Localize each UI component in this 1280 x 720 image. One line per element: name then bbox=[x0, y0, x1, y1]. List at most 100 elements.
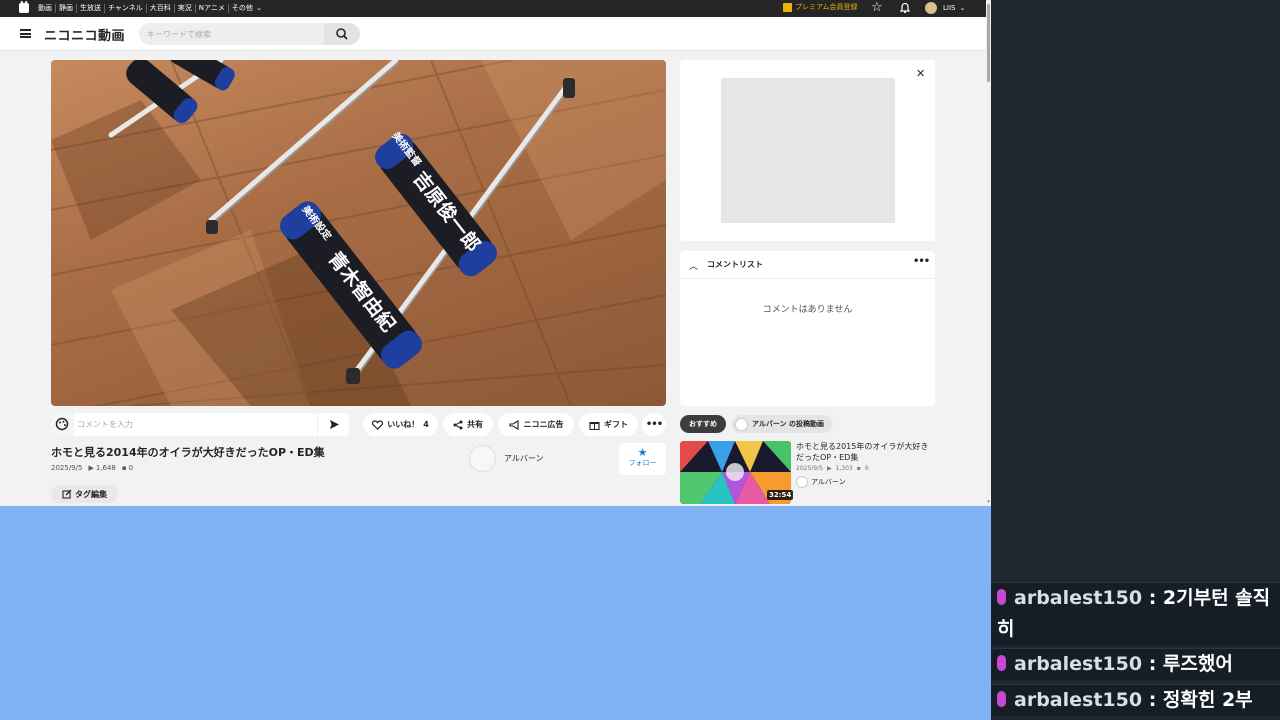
user-menu[interactable]: LIIS ⌄ bbox=[925, 2, 965, 14]
more-icon[interactable]: ••• bbox=[913, 256, 930, 267]
nav-link-dic[interactable]: 大百科 bbox=[147, 4, 175, 13]
upload-date: 2025/9/5 bbox=[51, 464, 83, 472]
follow-button[interactable]: ★ フォロー bbox=[619, 443, 666, 475]
chat-username: arbalest150 bbox=[1014, 689, 1143, 711]
chat-text: 정확힌 2부 bbox=[1162, 689, 1253, 711]
gift-icon bbox=[589, 421, 600, 430]
owner-mini-avatar bbox=[735, 417, 748, 431]
gift-button[interactable]: ギフト bbox=[579, 413, 638, 436]
more-icon: ••• bbox=[645, 419, 663, 430]
premium-crown-icon bbox=[783, 2, 792, 12]
ad-panel: ✕ bbox=[680, 60, 935, 241]
share-label: 共有 bbox=[467, 420, 483, 429]
comment-list-header[interactable]: ︿ コメントリスト ••• bbox=[680, 251, 935, 279]
edit-icon bbox=[62, 489, 72, 499]
site-logo[interactable]: ニコニコ動画 bbox=[44, 25, 125, 44]
play-icon: ▶ bbox=[826, 465, 832, 472]
search-button[interactable] bbox=[324, 23, 360, 45]
comment-count-value: 0 bbox=[128, 464, 134, 472]
chat-username: arbalest150 bbox=[1014, 653, 1143, 675]
comment-count: ▪ 0 bbox=[122, 464, 133, 472]
chat-text: 루즈했어 bbox=[1162, 653, 1233, 675]
premium-register-link[interactable]: プレミアム会員登録 bbox=[783, 2, 858, 12]
comment-input[interactable] bbox=[77, 417, 313, 432]
owner-avatar bbox=[469, 445, 496, 472]
tab-owner-videos[interactable]: アルバーン の投稿動画 bbox=[732, 415, 834, 433]
nav-link-seiga[interactable]: 静画 bbox=[56, 4, 77, 13]
user-name: LIIS bbox=[943, 4, 956, 12]
recommended-video-item[interactable]: 32:54 ホモと見る2015年のオイラが大好きだったOP・ED集 2025/9… bbox=[680, 441, 936, 505]
like-label: いいね！ bbox=[387, 420, 420, 429]
like-count: 4 bbox=[423, 420, 429, 429]
chat-message: arbalest150 : 2기부턴 솔직히 bbox=[991, 582, 1280, 645]
comment-list-empty: コメントはありません bbox=[762, 305, 853, 315]
chat-username: arbalest150 bbox=[1014, 587, 1143, 609]
chat-separator: : bbox=[1142, 653, 1163, 675]
search-box bbox=[139, 23, 360, 45]
comment-icon: ▪ bbox=[856, 465, 861, 472]
play-icon: ▶ bbox=[88, 464, 94, 472]
browser-page: 動画 静画 生放送 チャンネル 大百科 実況 Nアニメ その他 ⌄ プレミアム会… bbox=[0, 0, 991, 720]
nav-link-video[interactable]: 動画 bbox=[35, 4, 56, 13]
owner-name: アルバーン bbox=[504, 454, 544, 463]
video-frame: 青木智由紀 美術設定 吉原俊一郎 美術監督 bbox=[51, 60, 666, 406]
recommended-date: 2025/9/5 bbox=[796, 465, 823, 472]
recommended-owner-name: アルバーン bbox=[811, 478, 846, 486]
more-actions-button[interactable]: ••• bbox=[642, 413, 666, 436]
comment-input-bar bbox=[51, 413, 349, 436]
view-count-value: 1,648 bbox=[95, 464, 116, 472]
palette-icon[interactable] bbox=[51, 413, 74, 436]
recommended-owner[interactable]: アルバーン bbox=[796, 476, 846, 488]
nav-link-other[interactable]: その他 ⌄ bbox=[229, 4, 265, 13]
recommended-views: 1,303 bbox=[835, 465, 853, 472]
comment-icon: ▪ bbox=[121, 464, 127, 472]
tag-edit-button[interactable]: タグ編集 bbox=[51, 485, 118, 503]
chevron-down-icon: ⌄ bbox=[959, 4, 966, 12]
share-button[interactable]: 共有 bbox=[443, 413, 493, 436]
bell-icon[interactable] bbox=[899, 2, 911, 14]
tag-edit-label: タグ編集 bbox=[75, 489, 107, 499]
nav-link-nanime[interactable]: Nアニメ bbox=[196, 4, 229, 13]
user-avatar bbox=[925, 2, 937, 14]
nav-link-channel[interactable]: チャンネル bbox=[105, 4, 147, 13]
star-icon: ★ bbox=[637, 446, 648, 459]
chat-message: arbalest150 : 루즈했어 bbox=[991, 648, 1280, 680]
megaphone-icon bbox=[508, 419, 519, 430]
nav-link-live[interactable]: 生放送 bbox=[77, 4, 105, 13]
tab-owner-videos-label: アルバーン の投稿動画 bbox=[752, 420, 825, 428]
nav-link-other-label: その他 bbox=[231, 4, 253, 12]
send-icon bbox=[330, 420, 339, 429]
nicoad-button[interactable]: ニコニ広告 bbox=[498, 413, 574, 436]
video-player[interactable]: 青木智由紀 美術設定 吉原俊一郎 美術監督 bbox=[51, 60, 666, 406]
scrollbar-thumb[interactable] bbox=[987, 4, 990, 82]
chevron-up-icon[interactable]: ︿ bbox=[689, 259, 698, 272]
chat-separator: : bbox=[1142, 587, 1163, 609]
send-comment-button[interactable] bbox=[317, 413, 349, 436]
close-icon[interactable]: ✕ bbox=[916, 67, 925, 80]
heart-icon bbox=[372, 419, 384, 430]
global-nav-links: 動画 静画 生放送 チャンネル 大百科 実況 Nアニメ その他 ⌄ bbox=[35, 0, 265, 17]
star-icon[interactable]: ☆ bbox=[871, 1, 883, 15]
recommended-comments: 6 bbox=[864, 465, 869, 472]
like-button[interactable]: いいね！ 4 bbox=[363, 413, 438, 436]
site-header: ニコニコ動画 bbox=[0, 17, 986, 51]
microphone-icon bbox=[997, 589, 1006, 605]
recommend-tabs: おすすめ アルバーン の投稿動画 bbox=[680, 415, 834, 433]
search-icon bbox=[336, 28, 348, 40]
chat-separator: : bbox=[1142, 689, 1163, 711]
video-duration: 32:54 bbox=[767, 490, 794, 500]
video-meta: 2025/9/5 ▶ 1,648 ▪ 0 bbox=[51, 464, 133, 472]
chat-message: arbalest150 : 정확힌 2부 bbox=[991, 684, 1280, 716]
nicoad-label: ニコニ広告 bbox=[523, 420, 564, 429]
niconico-tv-icon[interactable] bbox=[19, 3, 29, 13]
view-count: ▶ 1,648 bbox=[88, 464, 115, 472]
stream-chat-panel: arbalest150 : 2기부턴 솔직히 arbalest150 : 루즈했… bbox=[991, 0, 1280, 720]
nav-link-jikkyo[interactable]: 実況 bbox=[175, 4, 196, 13]
search-input[interactable] bbox=[147, 27, 327, 41]
video-owner[interactable]: アルバーン bbox=[469, 445, 544, 472]
comment-list-title: コメントリスト bbox=[707, 260, 763, 269]
recommended-title[interactable]: ホモと見る2015年のオイラが大好きだったOP・ED集 bbox=[796, 441, 936, 463]
hamburger-menu-icon[interactable] bbox=[20, 29, 31, 38]
ad-placeholder[interactable] bbox=[721, 78, 895, 223]
tab-recommend[interactable]: おすすめ bbox=[680, 415, 726, 433]
